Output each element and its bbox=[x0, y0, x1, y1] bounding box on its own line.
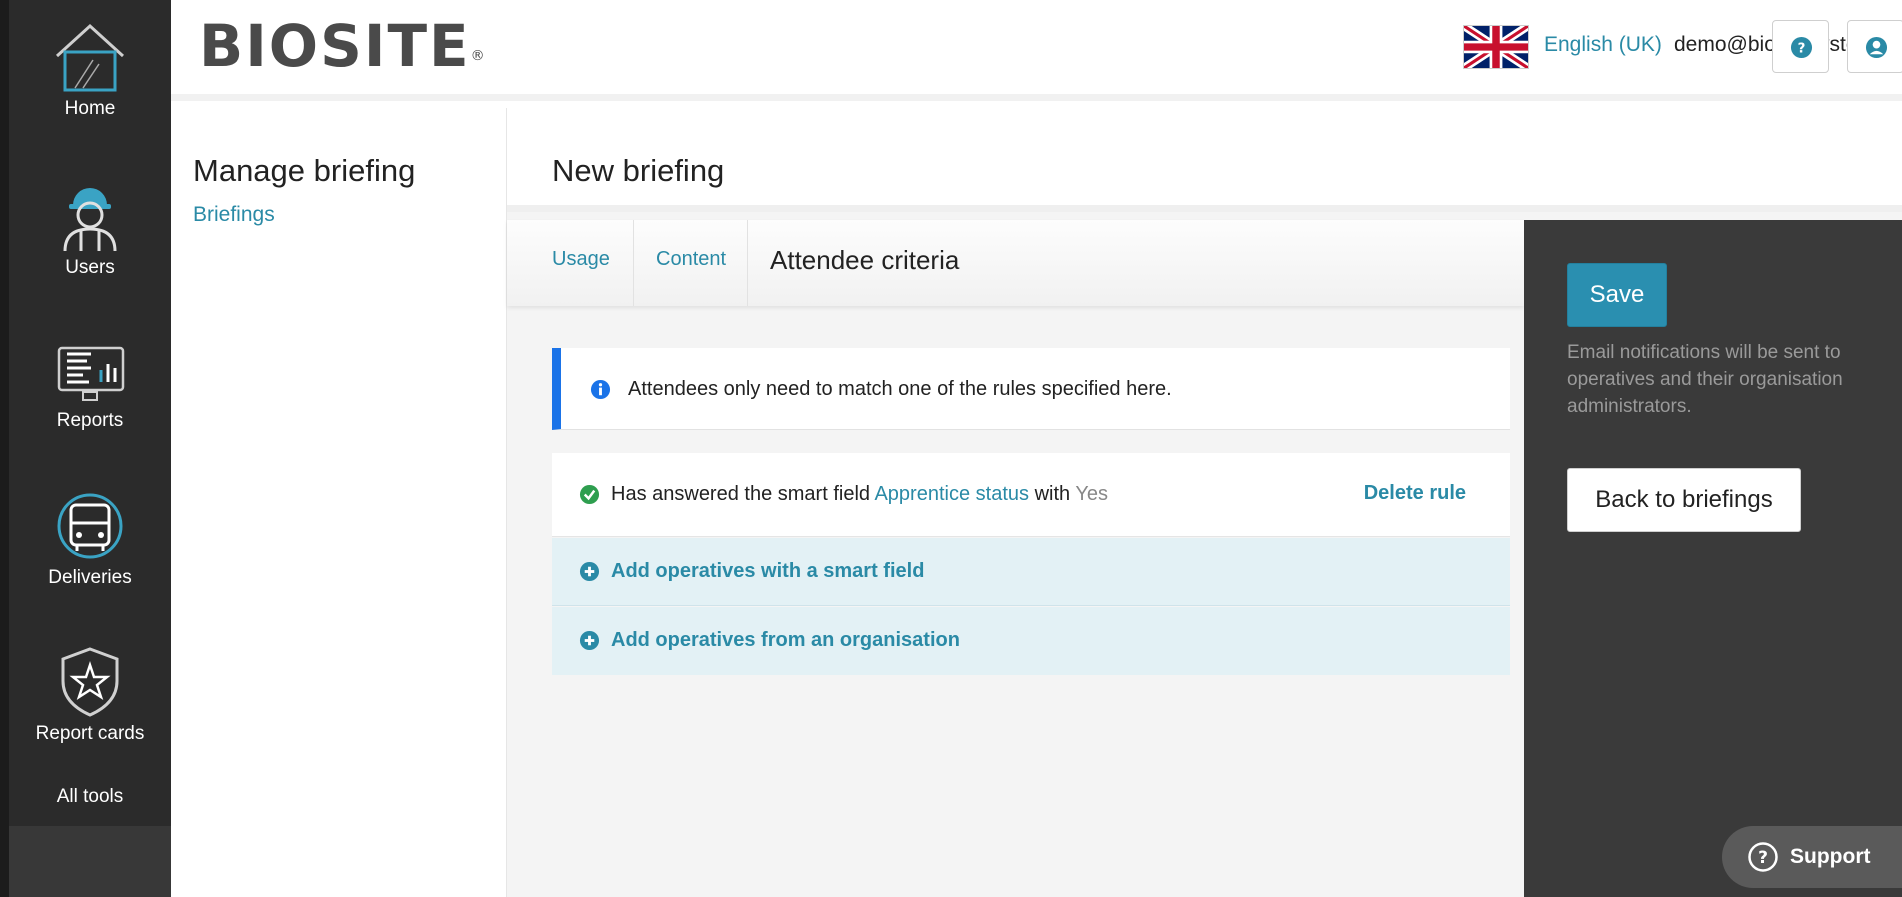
nav-all-tools-label: All tools bbox=[56, 786, 124, 807]
nav-home[interactable]: Home bbox=[9, 22, 171, 120]
delete-rule-button[interactable]: Delete rule bbox=[1364, 482, 1466, 505]
nav-reports-label: Reports bbox=[56, 410, 124, 431]
support-label: Support bbox=[1790, 845, 1871, 868]
action-panel: Save Email notifications will be sent to… bbox=[1524, 220, 1902, 897]
user-circle-icon bbox=[1865, 36, 1888, 59]
add-smart-field-button[interactable]: Add operatives with a smart field bbox=[552, 538, 1510, 606]
tab-content-label: Content bbox=[656, 248, 727, 270]
rail-footer bbox=[9, 826, 171, 897]
rule-prefix: Has answered the smart field bbox=[611, 483, 871, 505]
report-icon bbox=[57, 346, 125, 401]
criteria-rule: Has answered the smart field Apprentice … bbox=[552, 453, 1510, 537]
svg-text:?: ? bbox=[1758, 848, 1768, 868]
left-nav-rail: Home Users Reports Deliveries Report car… bbox=[0, 0, 171, 897]
rule-value: Yes bbox=[1075, 483, 1108, 505]
plus-circle-icon bbox=[579, 630, 600, 651]
briefings-link[interactable]: Briefings bbox=[193, 203, 275, 227]
nav-users-label: Users bbox=[65, 257, 115, 278]
biosite-logo: BIOSITE® bbox=[199, 14, 487, 78]
account-button[interactable] bbox=[1847, 20, 1902, 73]
truck-icon bbox=[57, 493, 123, 559]
rule-description: Has answered the smart field Apprentice … bbox=[611, 483, 1108, 506]
notification-note: Email notifications will be sent to oper… bbox=[1567, 342, 1843, 417]
info-circle-icon bbox=[590, 379, 611, 400]
tab-usage-label: Usage bbox=[552, 248, 610, 270]
check-circle-icon bbox=[579, 484, 600, 505]
nav-deliveries[interactable]: Deliveries bbox=[9, 491, 171, 589]
shield-star-icon bbox=[61, 647, 119, 717]
top-header: BIOSITE® English (UK) demo@biositesystem… bbox=[171, 0, 1902, 101]
page-header: New briefing bbox=[507, 108, 1902, 212]
add-smart-field-label: Add operatives with a smart field bbox=[611, 560, 925, 582]
tab-attendee-criteria[interactable]: Attendee criteria bbox=[748, 220, 1048, 306]
question-circle-icon: ? bbox=[1748, 842, 1778, 872]
svg-text:?: ? bbox=[1798, 41, 1806, 56]
save-button[interactable]: Save bbox=[1567, 263, 1667, 327]
tab-usage[interactable]: Usage bbox=[507, 220, 634, 306]
house-icon bbox=[55, 23, 125, 92]
tab-content[interactable]: Content bbox=[634, 220, 748, 306]
briefing-tabs: Usage Content Attendee criteria bbox=[507, 220, 1524, 306]
info-text: Attendees only need to match one of the … bbox=[628, 378, 1172, 400]
briefing-subnav: Manage briefing Briefings bbox=[171, 108, 507, 897]
back-to-briefings-button[interactable]: Back to briefings bbox=[1567, 468, 1801, 532]
help-button[interactable]: ? bbox=[1772, 20, 1829, 73]
nav-reports[interactable]: Reports bbox=[9, 334, 171, 432]
worker-icon bbox=[63, 188, 117, 251]
language-selector[interactable]: English (UK) bbox=[1544, 33, 1662, 57]
nav-report-cards[interactable]: Report cards bbox=[9, 645, 171, 745]
nav-report-cards-label: Report cards bbox=[35, 723, 145, 744]
nav-all-tools[interactable]: All tools bbox=[9, 786, 171, 808]
rule-middle: with bbox=[1034, 483, 1071, 505]
subnav-title: Manage briefing bbox=[193, 153, 416, 188]
plus-circle-icon bbox=[579, 561, 600, 582]
logo-text: BIOSITE bbox=[199, 12, 471, 80]
page-title: New briefing bbox=[552, 153, 725, 188]
uk-flag-icon[interactable] bbox=[1463, 25, 1529, 69]
info-callout: Attendees only need to match one of the … bbox=[552, 348, 1510, 430]
logo-registered-mark: ® bbox=[470, 48, 487, 64]
add-organisation-label: Add operatives from an organisation bbox=[611, 629, 960, 651]
nav-home-label: Home bbox=[64, 98, 116, 119]
nav-deliveries-label: Deliveries bbox=[48, 567, 132, 588]
support-button[interactable]: ? Support bbox=[1722, 826, 1902, 888]
nav-users[interactable]: Users bbox=[9, 179, 171, 279]
rule-smart-field-link[interactable]: Apprentice status bbox=[874, 483, 1029, 505]
tab-attendee-criteria-label: Attendee criteria bbox=[770, 245, 960, 275]
add-organisation-button[interactable]: Add operatives from an organisation bbox=[552, 607, 1510, 675]
rail-edge bbox=[0, 0, 9, 897]
question-circle-icon: ? bbox=[1790, 36, 1813, 59]
